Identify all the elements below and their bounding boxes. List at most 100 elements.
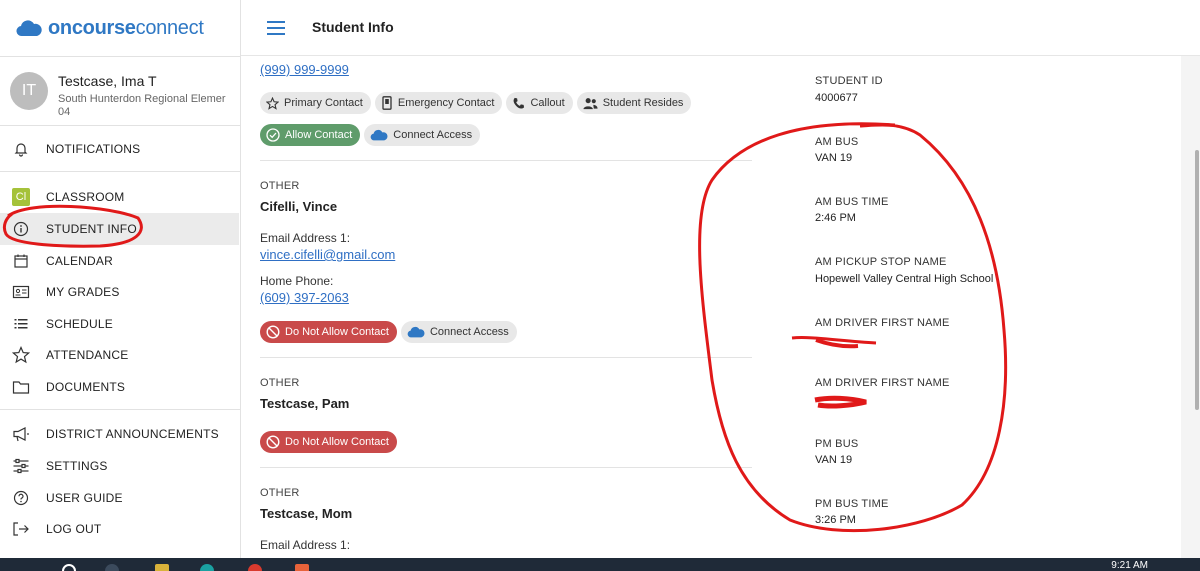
contact-name: Cifelli, Vince [260, 199, 338, 214]
app-icon[interactable] [295, 564, 309, 571]
folder-icon [11, 377, 31, 397]
nav-label: DISTRICT ANNOUNCEMENTS [46, 427, 219, 441]
people-icon [583, 97, 598, 109]
do-not-allow-contact-chip[interactable]: Do Not Allow Contact [260, 431, 397, 453]
nav-notifications[interactable]: NOTIFICATIONS [0, 133, 239, 165]
file-explorer-icon[interactable] [155, 564, 169, 571]
detail-label: PM BUS TIME [815, 498, 889, 510]
nav-attendance[interactable]: ATTENDANCE [0, 339, 239, 371]
callout-chip[interactable]: Callout [506, 92, 573, 114]
info-icon [11, 219, 31, 239]
contact-role-chips: Primary Contact Emergency Contact Callou… [260, 92, 695, 114]
nav-my-grades[interactable]: MY GRADES [0, 276, 239, 308]
taskbar-clock[interactable]: 9:21 AM [1111, 560, 1148, 571]
calendar-icon [11, 251, 31, 271]
contact-phone-link[interactable]: (999) 999-9999 [260, 62, 349, 77]
nav-documents[interactable]: DOCUMENTS [0, 371, 239, 403]
edge-browser-icon[interactable] [200, 564, 214, 571]
megaphone-icon [11, 424, 31, 444]
detail-value: Hopewell Valley Central High School [815, 273, 994, 285]
divider [260, 357, 752, 358]
divider [0, 171, 241, 172]
phone-link[interactable]: (609) 397-2063 [260, 290, 349, 305]
detail-label: AM DRIVER FIRST NAME [815, 317, 950, 329]
allow-contact-chip[interactable]: Allow Contact [260, 124, 361, 146]
nav-label: CALENDAR [46, 254, 113, 268]
detail-value: 2:46 PM [815, 212, 856, 224]
nav-settings[interactable]: SETTINGS [0, 450, 239, 482]
nav-district-announcements[interactable]: DISTRICT ANNOUNCEMENTS [0, 418, 239, 450]
emergency-contact-chip[interactable]: Emergency Contact [374, 92, 503, 114]
logout-icon [11, 519, 31, 539]
detail-label: STUDENT ID [815, 75, 883, 87]
contact-status-chips: Do Not Allow Contact [260, 431, 401, 453]
chrome-browser-icon[interactable] [248, 564, 262, 571]
nav-label: SETTINGS [46, 459, 108, 473]
contact-type: OTHER [260, 487, 300, 499]
divider [260, 160, 752, 161]
contact-name: Testcase, Pam [260, 396, 350, 411]
sliders-icon [11, 456, 31, 476]
nav-calendar[interactable]: CALENDAR [0, 245, 239, 277]
email-label: Email Address 1: [260, 538, 351, 552]
nav-label: NOTIFICATIONS [46, 142, 141, 156]
divider [0, 409, 241, 410]
detail-value: VAN 19 [815, 454, 853, 466]
search-icon[interactable] [62, 564, 76, 571]
bell-icon [11, 139, 31, 159]
task-view-icon[interactable] [105, 564, 119, 571]
contact-type: OTHER [260, 377, 300, 389]
nav-label: LOG OUT [46, 522, 102, 536]
detail-label: PM BUS [815, 438, 859, 450]
phone-label: Home Phone: [260, 274, 334, 288]
detail-label: AM BUS TIME [815, 196, 889, 208]
block-icon [266, 435, 280, 449]
connect-access-chip[interactable]: Connect Access [364, 124, 481, 146]
avatar: IT [10, 72, 48, 110]
nav-student-info[interactable]: STUDENT INFO [0, 213, 239, 245]
os-taskbar: 9:21 AM [0, 558, 1200, 571]
schedule-icon [11, 314, 31, 334]
contact-type: OTHER [260, 180, 300, 192]
nav-label: MY GRADES [46, 285, 120, 299]
nav-label: STUDENT INFO [46, 222, 137, 236]
user-profile: IT Testcase, Ima T South Hunterdon Regio… [10, 72, 244, 119]
contact-name: Testcase, Mom [260, 506, 353, 521]
sidebar: oncourseconnect IT Testcase, Ima T South… [0, 0, 241, 558]
help-icon [11, 488, 31, 508]
check-circle-icon [266, 128, 280, 142]
scrollbar-thumb[interactable] [1195, 150, 1199, 410]
cloud-icon [407, 326, 425, 338]
contact-status-chips: Allow Contact Connect Access [260, 124, 484, 146]
nav-label: SCHEDULE [46, 317, 113, 331]
contact-status-chips: Do Not Allow Contact Connect Access [260, 321, 521, 343]
oncourse-logo[interactable]: oncourseconnect [16, 14, 204, 42]
phone-icon [514, 97, 525, 109]
primary-contact-chip[interactable]: Primary Contact [260, 92, 371, 114]
menu-icon[interactable] [267, 21, 285, 35]
page-title: Student Info [312, 19, 394, 35]
do-not-allow-contact-chip[interactable]: Do Not Allow Contact [260, 321, 397, 343]
top-bar: Student Info [241, 0, 1200, 56]
cloud-icon [370, 129, 388, 141]
user-grade: 04 [58, 106, 71, 118]
classroom-icon: Cl [11, 187, 31, 207]
logo-text: oncourseconnect [48, 16, 204, 39]
student-resides-chip[interactable]: Student Resides [576, 92, 692, 114]
connect-access-chip[interactable]: Connect Access [400, 321, 517, 343]
detail-label: AM PICKUP STOP NAME [815, 256, 947, 268]
nav-schedule[interactable]: SCHEDULE [0, 308, 239, 340]
email-link[interactable]: vince.cifelli@gmail.com [260, 247, 395, 262]
nav-classroom[interactable]: Cl CLASSROOM [0, 181, 239, 213]
detail-value: 4000677 [815, 92, 858, 104]
nav-user-guide[interactable]: USER GUIDE [0, 482, 239, 514]
divider [0, 125, 241, 126]
nav-label: USER GUIDE [46, 491, 123, 505]
detail-value: 3:26 PM [815, 514, 856, 526]
detail-value: VAN 19 [815, 152, 853, 164]
mobile-phone-icon [382, 96, 392, 110]
nav-log-out[interactable]: LOG OUT [0, 513, 239, 545]
block-icon [266, 325, 280, 339]
cloud-logo-icon [16, 20, 42, 37]
detail-label: AM DRIVER FIRST NAME [815, 377, 950, 389]
